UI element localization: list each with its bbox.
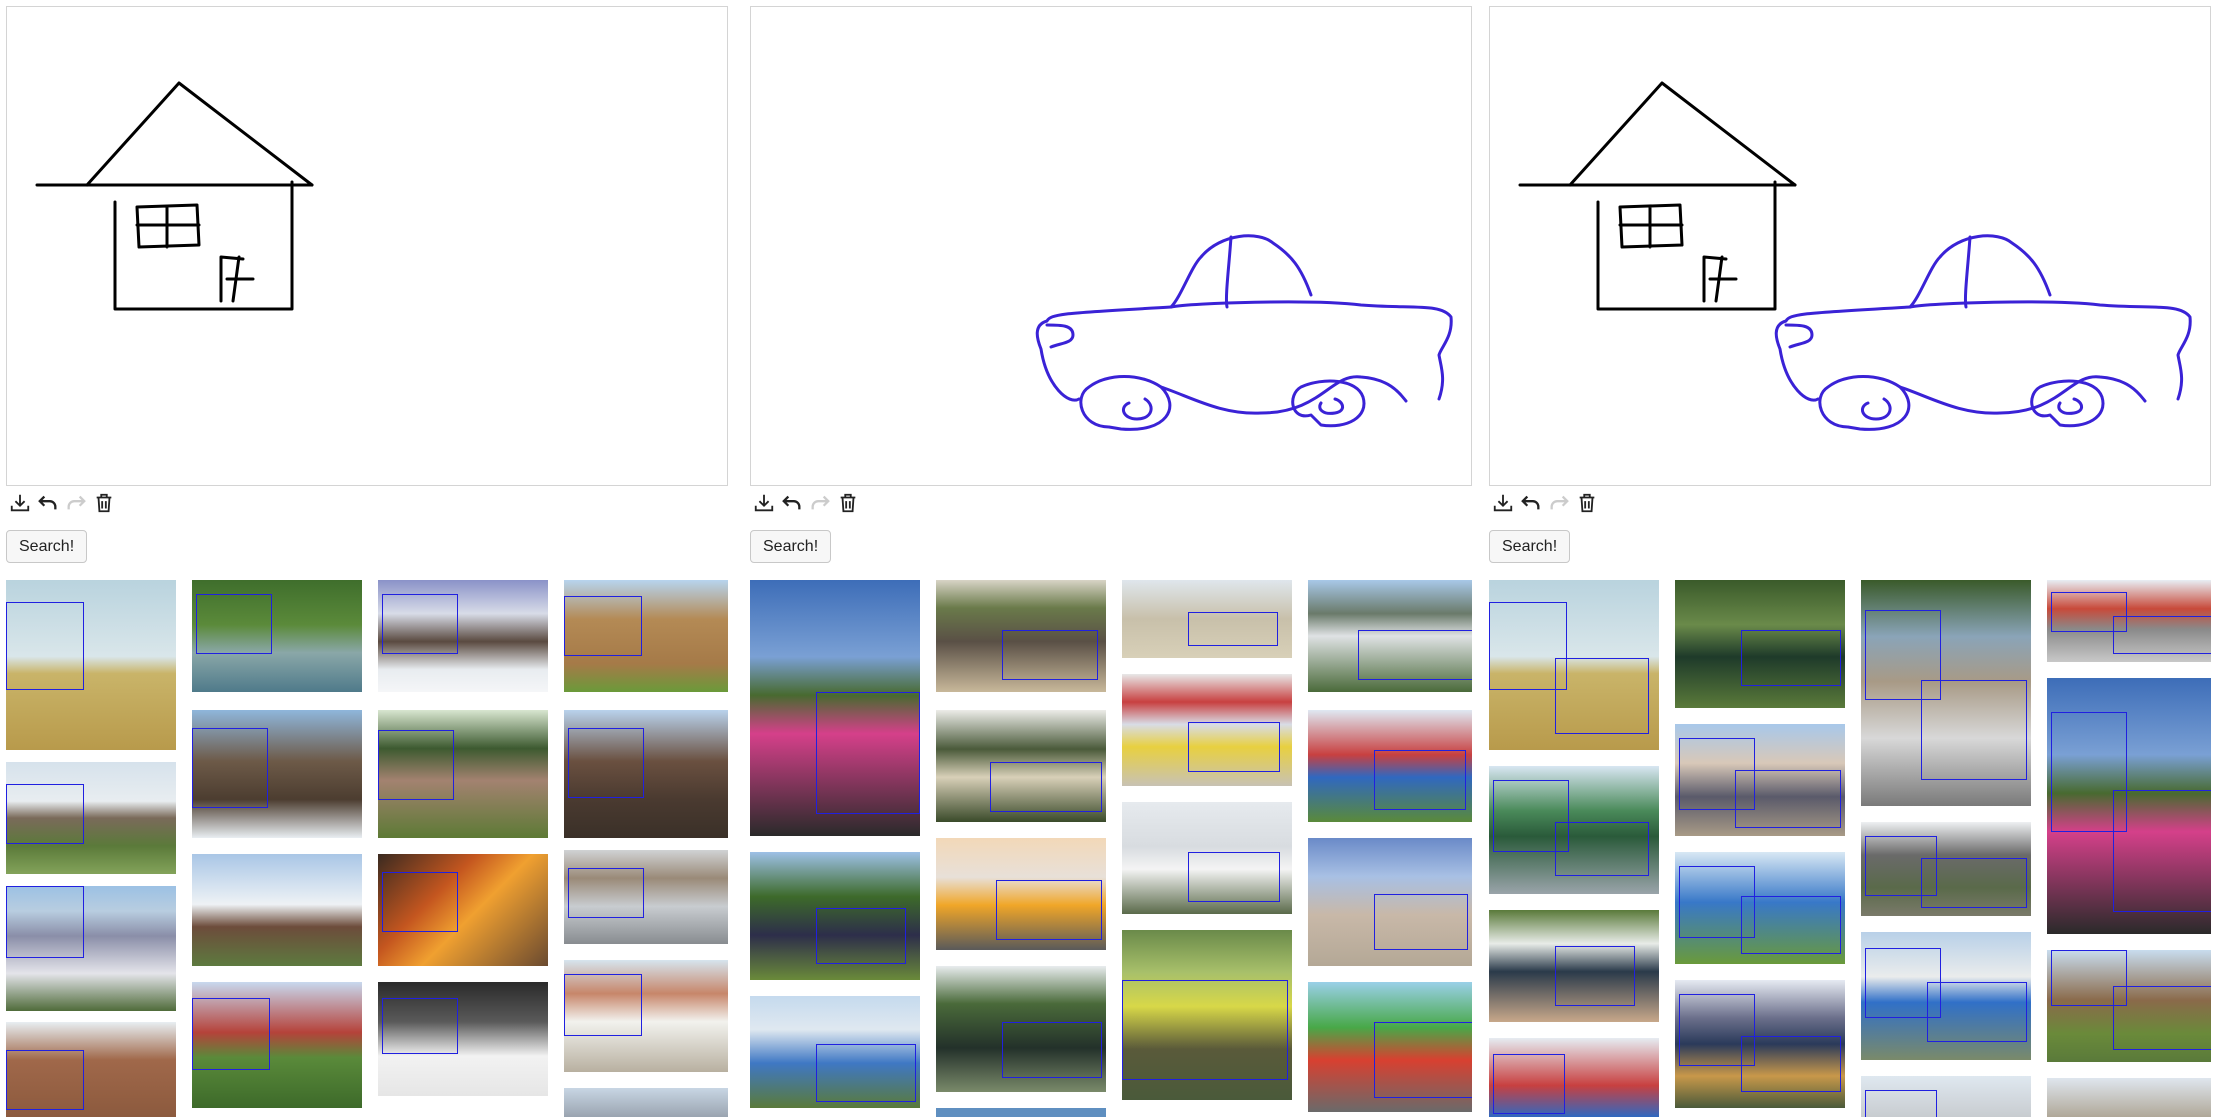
car-sketch [1035, 234, 1453, 431]
result-thumbnail[interactable] [1675, 980, 1845, 1108]
result-thumbnail[interactable] [1675, 852, 1845, 964]
drawing-canvas[interactable] [750, 6, 1472, 486]
result-thumbnail[interactable] [1122, 930, 1292, 1100]
result-thumbnail[interactable] [2047, 950, 2211, 1062]
house-sketch [35, 81, 314, 311]
result-thumbnail[interactable] [1489, 910, 1659, 1022]
result-thumbnail[interactable] [936, 710, 1106, 822]
result-thumbnail[interactable] [378, 580, 548, 692]
trash-icon[interactable] [90, 490, 118, 516]
canvas-toolbar [6, 489, 118, 517]
result-thumbnail[interactable] [1861, 580, 2031, 806]
search-button[interactable]: Search! [1489, 530, 1571, 563]
sketch-panel-3: Search! [1489, 0, 2211, 1117]
redo-icon[interactable] [1545, 490, 1573, 516]
undo-icon[interactable] [34, 490, 62, 516]
result-thumbnail[interactable] [936, 580, 1106, 692]
result-thumbnail[interactable] [192, 982, 362, 1108]
result-thumbnail[interactable] [750, 996, 920, 1108]
result-thumbnail[interactable] [1122, 580, 1292, 658]
result-thumbnail[interactable] [1861, 822, 2031, 916]
result-thumbnail[interactable] [1489, 580, 1659, 750]
undo-icon[interactable] [778, 490, 806, 516]
result-thumbnail[interactable] [192, 854, 362, 966]
result-thumbnail[interactable] [1122, 674, 1292, 786]
result-thumbnail[interactable] [564, 1088, 728, 1117]
result-thumbnail[interactable] [192, 580, 362, 692]
result-thumbnail[interactable] [192, 710, 362, 838]
result-thumbnail[interactable] [564, 850, 728, 944]
download-icon[interactable] [750, 490, 778, 516]
redo-icon[interactable] [806, 490, 834, 516]
result-thumbnail[interactable] [750, 852, 920, 980]
search-results-grid [750, 580, 1472, 1117]
canvas-toolbar [750, 489, 862, 517]
search-results-grid [6, 580, 728, 1117]
result-thumbnail[interactable] [1308, 982, 1472, 1112]
canvas-toolbar [1489, 489, 1601, 517]
result-thumbnail[interactable] [1861, 932, 2031, 1060]
download-icon[interactable] [1489, 490, 1517, 516]
result-thumbnail[interactable] [1489, 1038, 1659, 1117]
result-thumbnail[interactable] [6, 762, 176, 874]
result-thumbnail[interactable] [936, 1108, 1106, 1117]
result-thumbnail[interactable] [378, 982, 548, 1096]
result-thumbnail[interactable] [1308, 580, 1472, 692]
result-thumbnail[interactable] [2047, 580, 2211, 662]
house-and-car-sketch [1518, 81, 2192, 431]
search-button[interactable]: Search! [750, 530, 832, 563]
trash-icon[interactable] [834, 490, 862, 516]
result-thumbnail[interactable] [1308, 838, 1472, 966]
trash-icon[interactable] [1573, 490, 1601, 516]
result-thumbnail[interactable] [936, 838, 1106, 950]
sketch-panel-2: Search! [750, 0, 1472, 1117]
result-thumbnail[interactable] [2047, 1078, 2211, 1117]
result-thumbnail[interactable] [1675, 724, 1845, 836]
search-results-grid [1489, 580, 2211, 1117]
result-thumbnail[interactable] [1308, 710, 1472, 822]
result-thumbnail[interactable] [564, 710, 728, 838]
result-thumbnail[interactable] [378, 710, 548, 838]
sketch-panel-1: Search! [6, 0, 728, 1117]
result-thumbnail[interactable] [6, 1022, 176, 1117]
result-thumbnail[interactable] [6, 886, 176, 1011]
result-thumbnail[interactable] [378, 854, 548, 966]
drawing-canvas[interactable] [6, 6, 728, 486]
result-thumbnail[interactable] [564, 960, 728, 1072]
result-thumbnail[interactable] [1122, 802, 1292, 914]
result-thumbnail[interactable] [1861, 1076, 2031, 1117]
undo-icon[interactable] [1517, 490, 1545, 516]
result-thumbnail[interactable] [2047, 678, 2211, 934]
download-icon[interactable] [6, 490, 34, 516]
search-button[interactable]: Search! [6, 530, 88, 563]
result-thumbnail[interactable] [1675, 580, 1845, 708]
result-thumbnail[interactable] [750, 580, 920, 836]
result-thumbnail[interactable] [564, 580, 728, 692]
drawing-canvas[interactable] [1489, 6, 2211, 486]
result-thumbnail[interactable] [6, 580, 176, 750]
result-thumbnail[interactable] [1489, 766, 1659, 894]
result-thumbnail[interactable] [936, 966, 1106, 1092]
redo-icon[interactable] [62, 490, 90, 516]
